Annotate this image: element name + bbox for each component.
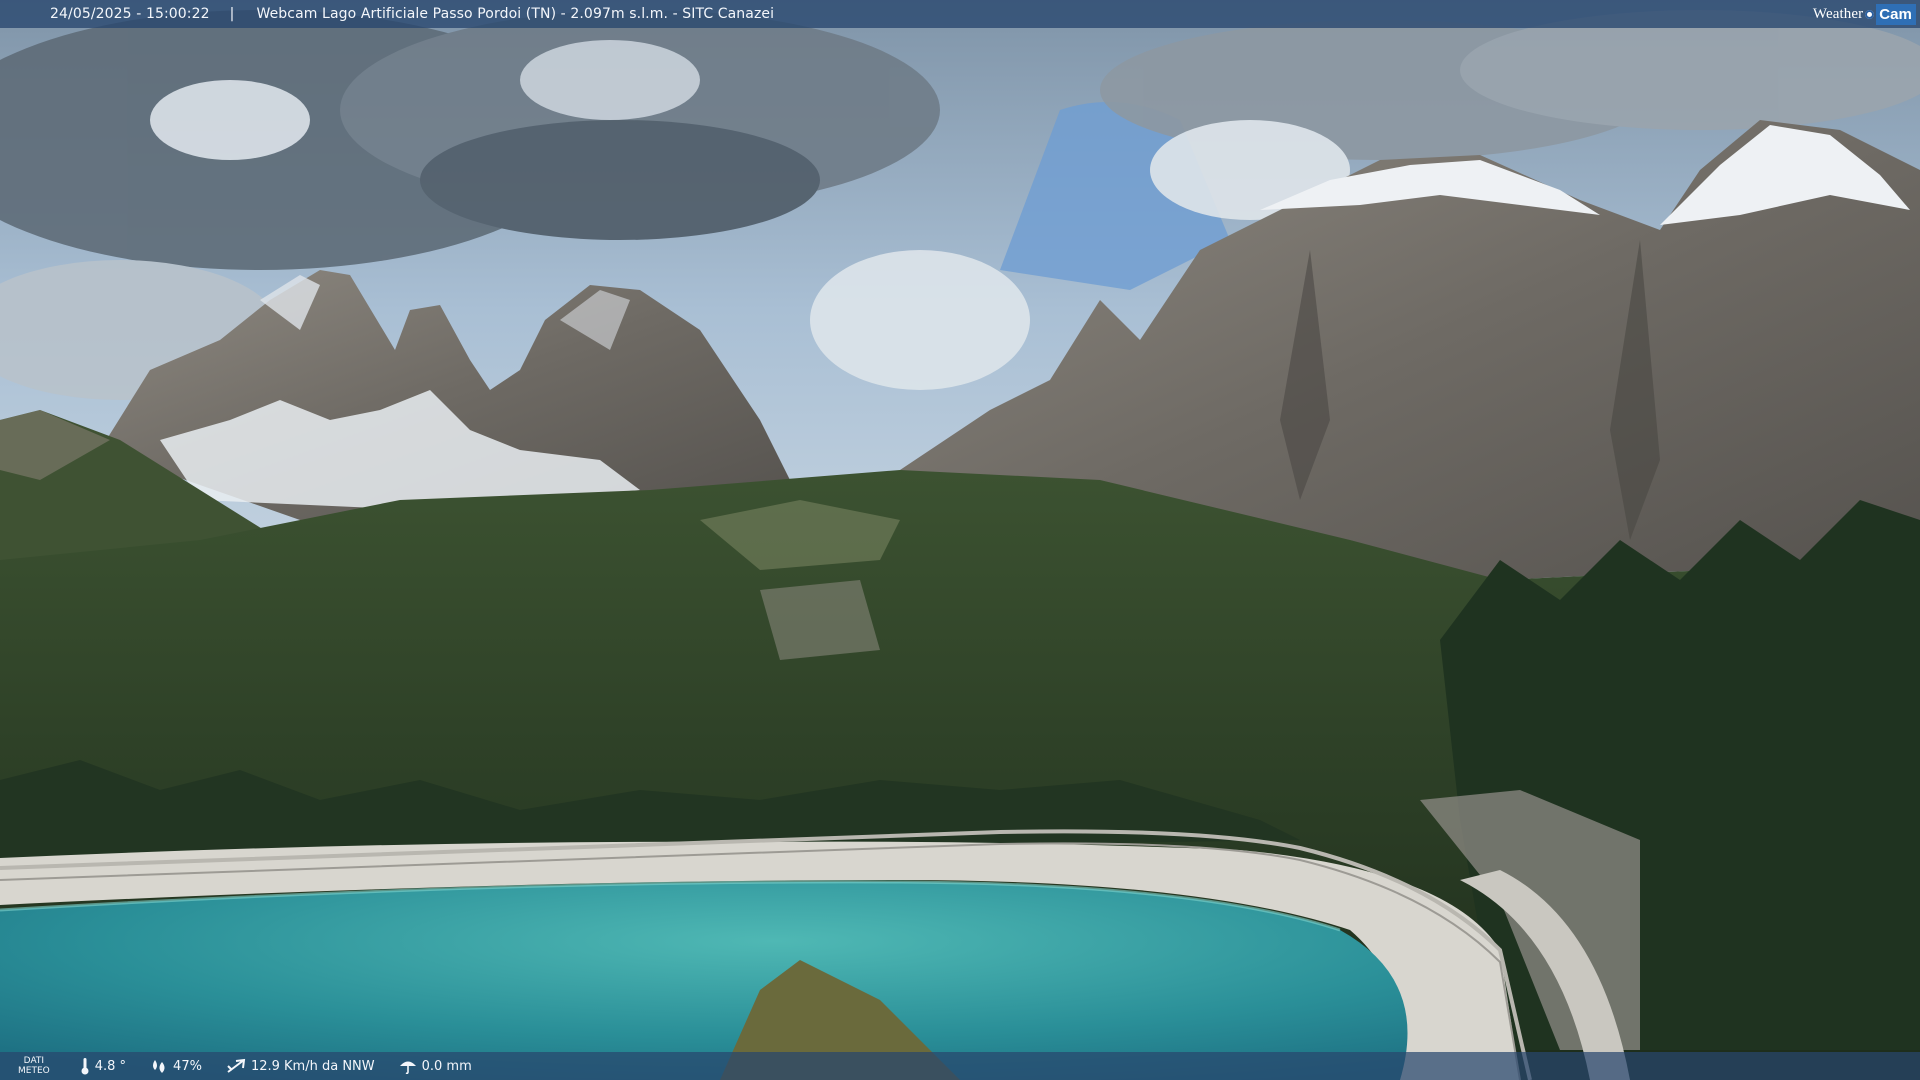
weather-data-label: DATI METEO	[18, 1056, 50, 1076]
timestamp: 24/05/2025 - 15:00:22	[50, 6, 210, 22]
rain-icon	[399, 1061, 416, 1074]
weathercam-logo: Weather Cam	[1813, 0, 1920, 28]
separator: |	[229, 6, 235, 22]
brand-weather-text: Weather	[1812, 5, 1864, 22]
brand-dot-icon	[1865, 9, 1875, 19]
thermometer-icon	[81, 1058, 89, 1075]
wind-icon	[227, 1058, 246, 1073]
lake	[0, 881, 1408, 1080]
webcam-scene	[0, 0, 1920, 1080]
rain-reading: 0.0 mm	[399, 1058, 472, 1074]
right-tree-stand	[1440, 500, 1920, 1050]
humidity-icon	[153, 1060, 165, 1073]
top-info-bar: 24/05/2025 - 15:00:22 | Webcam Lago Arti…	[0, 0, 1920, 28]
temperature-reading: 4.8 °	[80, 1057, 126, 1075]
wind-reading: 12.9 Km/h da NNW	[226, 1058, 375, 1074]
weather-data-bar: DATI METEO 4.8 ° 47% 12.9 Km/h da NNW 0.…	[0, 1052, 1920, 1080]
brand-cam-text: Cam	[1876, 3, 1916, 25]
webcam-title: Webcam Lago Artificiale Passo Pordoi (TN…	[256, 6, 775, 22]
humidity-reading: 47%	[150, 1058, 202, 1074]
scree-patch	[760, 580, 880, 660]
